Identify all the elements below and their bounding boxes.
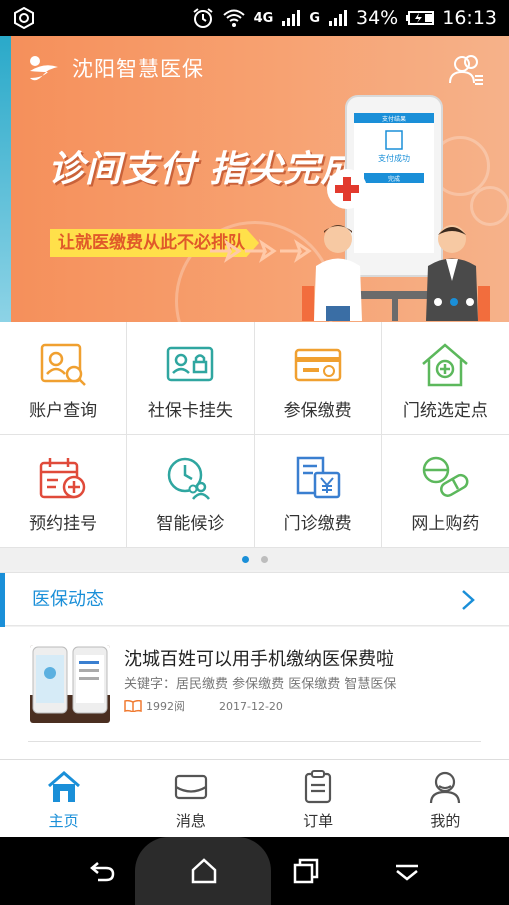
divider: [28, 741, 481, 742]
service-label: 门诊缴费: [283, 514, 352, 534]
app-title: 沈阳智慧医保: [72, 57, 204, 81]
status-bar: 4G G 34% 16:13: [0, 0, 509, 36]
book-icon: [124, 700, 142, 712]
banner-dot-active: [450, 298, 458, 306]
app-logo-icon: [30, 56, 58, 81]
battery-icon: [406, 11, 435, 25]
service-label: 预约挂号: [29, 514, 98, 534]
chevron-right-icon[interactable]: [461, 589, 475, 611]
news-date: 2017-12-20: [219, 699, 283, 713]
news-section-title: 医保动态: [32, 589, 104, 610]
wifi-icon: [222, 9, 245, 27]
service-grid: 账户查询 社保卡挂失 参保缴费 门统选定点 预约挂号 智能候诊 门诊缴费 网上购…: [0, 322, 509, 548]
smart-waiting-icon: [168, 457, 211, 500]
service-smart-waiting[interactable]: 智能候诊: [127, 435, 255, 548]
home-icon: [47, 771, 80, 802]
insurance-payment-icon: [294, 348, 341, 382]
news-meta: 1992阅 2017-12-20: [124, 698, 283, 714]
banner-dot: [434, 298, 442, 306]
tab-label: 消息: [175, 812, 206, 830]
user-switch-icon[interactable]: [447, 52, 485, 86]
tab-profile[interactable]: 我的: [382, 760, 509, 837]
news-list-item[interactable]: 沈城百姓可以用手机缴纳医保费啦 关键字：居民缴费 参保缴费 医保缴费 智慧医保 …: [0, 627, 509, 759]
network-type: 4G: [253, 10, 274, 26]
service-label: 参保缴费: [283, 401, 352, 421]
phone-screen-title: 支付结果: [382, 115, 406, 123]
page-dot-active: [241, 555, 249, 563]
service-appointment[interactable]: 预约挂号: [0, 435, 128, 548]
system-navigation-bar: [0, 837, 509, 905]
card-loss-icon: [167, 346, 214, 382]
tab-orders[interactable]: 订单: [255, 760, 382, 837]
message-icon: [174, 774, 207, 800]
clock: 16:13: [442, 7, 497, 29]
account-query-icon: [40, 343, 87, 386]
tab-label: 我的: [430, 812, 461, 830]
tab-home[interactable]: 主页: [0, 760, 127, 837]
tab-messages[interactable]: 消息: [127, 760, 254, 837]
banner-indicator: [434, 298, 474, 306]
alarm-icon: [193, 8, 213, 28]
recent-apps-icon[interactable]: [292, 857, 320, 885]
home-nav-icon[interactable]: [190, 857, 218, 885]
news-thumbnail-image: [30, 645, 110, 723]
service-card-loss[interactable]: 社保卡挂失: [127, 322, 255, 435]
back-icon[interactable]: [88, 857, 116, 885]
phone-screen-button: 完成: [388, 175, 400, 183]
signal-label: G: [309, 10, 320, 26]
service-label: 账户查询: [29, 401, 98, 421]
order-icon: [305, 770, 332, 804]
signal-icon: [282, 10, 301, 26]
banner-dot: [466, 298, 474, 306]
news-title: 沈城百姓可以用手机缴纳医保费啦: [124, 649, 394, 670]
appointment-icon: [39, 458, 86, 499]
bottom-tab-bar: 主页 消息 订单 我的: [0, 759, 509, 837]
service-online-pharmacy[interactable]: 网上购药: [381, 435, 509, 548]
section-accent-bar: [0, 573, 5, 627]
clinic-select-icon: [422, 343, 469, 387]
service-label: 门统选定点: [402, 401, 488, 421]
service-insurance-payment[interactable]: 参保缴费: [254, 322, 382, 435]
profile-icon: [430, 771, 461, 804]
service-account-query[interactable]: 账户查询: [0, 322, 128, 435]
page-dot: [260, 555, 268, 563]
service-clinic-select[interactable]: 门统选定点: [381, 322, 509, 435]
banner-edge: [0, 36, 11, 322]
arrow-decor-icon: [210, 239, 312, 263]
news-keywords: 关键字：居民缴费 参保缴费 医保缴费 智慧医保: [124, 677, 397, 692]
promo-banner[interactable]: 沈阳智慧医保 诊间支付 指尖完成 让就医缴费从此不必排队 支付结果 支付成功 完…: [0, 36, 509, 322]
signal-icon-2: [329, 10, 347, 26]
app-notification-icon: [14, 7, 34, 29]
phone-screen-status: 支付成功: [378, 153, 410, 163]
payment-illustration: 支付结果 支付成功 完成: [302, 95, 490, 321]
grid-page-indicator: [0, 548, 509, 570]
service-outpatient-payment[interactable]: 门诊缴费: [254, 435, 382, 548]
tab-label: 主页: [48, 812, 79, 830]
news-section-header[interactable]: 医保动态: [0, 572, 509, 627]
service-label: 智能候诊: [156, 514, 225, 534]
news-read-count: 1992阅: [146, 700, 185, 713]
news-thumbnail: [30, 645, 110, 723]
service-label: 网上购药: [411, 514, 480, 534]
notification-pull-icon[interactable]: [393, 857, 421, 885]
tab-label: 订单: [303, 812, 334, 830]
outpatient-payment-icon: [296, 456, 340, 499]
online-pharmacy-icon: [423, 456, 469, 497]
service-label: 社保卡挂失: [147, 401, 233, 421]
battery-percent: 34%: [356, 7, 399, 29]
